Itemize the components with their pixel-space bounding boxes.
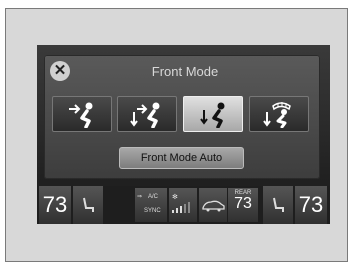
seat-heater-icon [273, 197, 284, 212]
foot-vent-icon [200, 102, 225, 128]
rear-temp-value: 73 [234, 195, 252, 212]
driver-seat-heat-button[interactable] [73, 186, 103, 224]
face-foot-vent-icon [130, 102, 160, 128]
popup-title: Front Mode [151, 64, 219, 79]
driver-temp-button[interactable]: 73 [39, 186, 71, 224]
close-icon: ✕ [53, 62, 67, 79]
passenger-temp-button[interactable]: 73 [295, 186, 327, 224]
ac-label: A/C [148, 194, 159, 200]
passenger-seat-heat-button[interactable] [263, 186, 293, 224]
foot-defrost-mode-button[interactable] [249, 96, 309, 132]
sync-label: SYNC [144, 208, 161, 214]
face-foot-vent-mode-button[interactable] [117, 96, 177, 132]
fan-arrow-icon: ⇒ [137, 194, 143, 200]
foot-defrost-icon [263, 102, 291, 128]
close-button[interactable]: ✕ [50, 61, 70, 81]
rear-temp-button[interactable]: REAR 73 [228, 188, 258, 222]
front-mode-auto-button[interactable]: Front Mode Auto [119, 147, 244, 169]
face-vent-icon [69, 102, 93, 128]
fan-speed-icon: ✻ [172, 193, 190, 213]
svg-text:✻: ✻ [172, 193, 178, 201]
seat-heater-icon [83, 197, 94, 212]
recirculation-button[interactable] [199, 188, 227, 222]
foot-vent-mode-button[interactable] [183, 96, 243, 132]
recirculation-car-icon [202, 200, 225, 212]
face-vent-mode-button[interactable] [52, 96, 112, 132]
ac-sync-panel[interactable]: ⇒ A/C SYNC [135, 188, 167, 222]
fan-speed-button[interactable]: ✻ [169, 188, 197, 222]
